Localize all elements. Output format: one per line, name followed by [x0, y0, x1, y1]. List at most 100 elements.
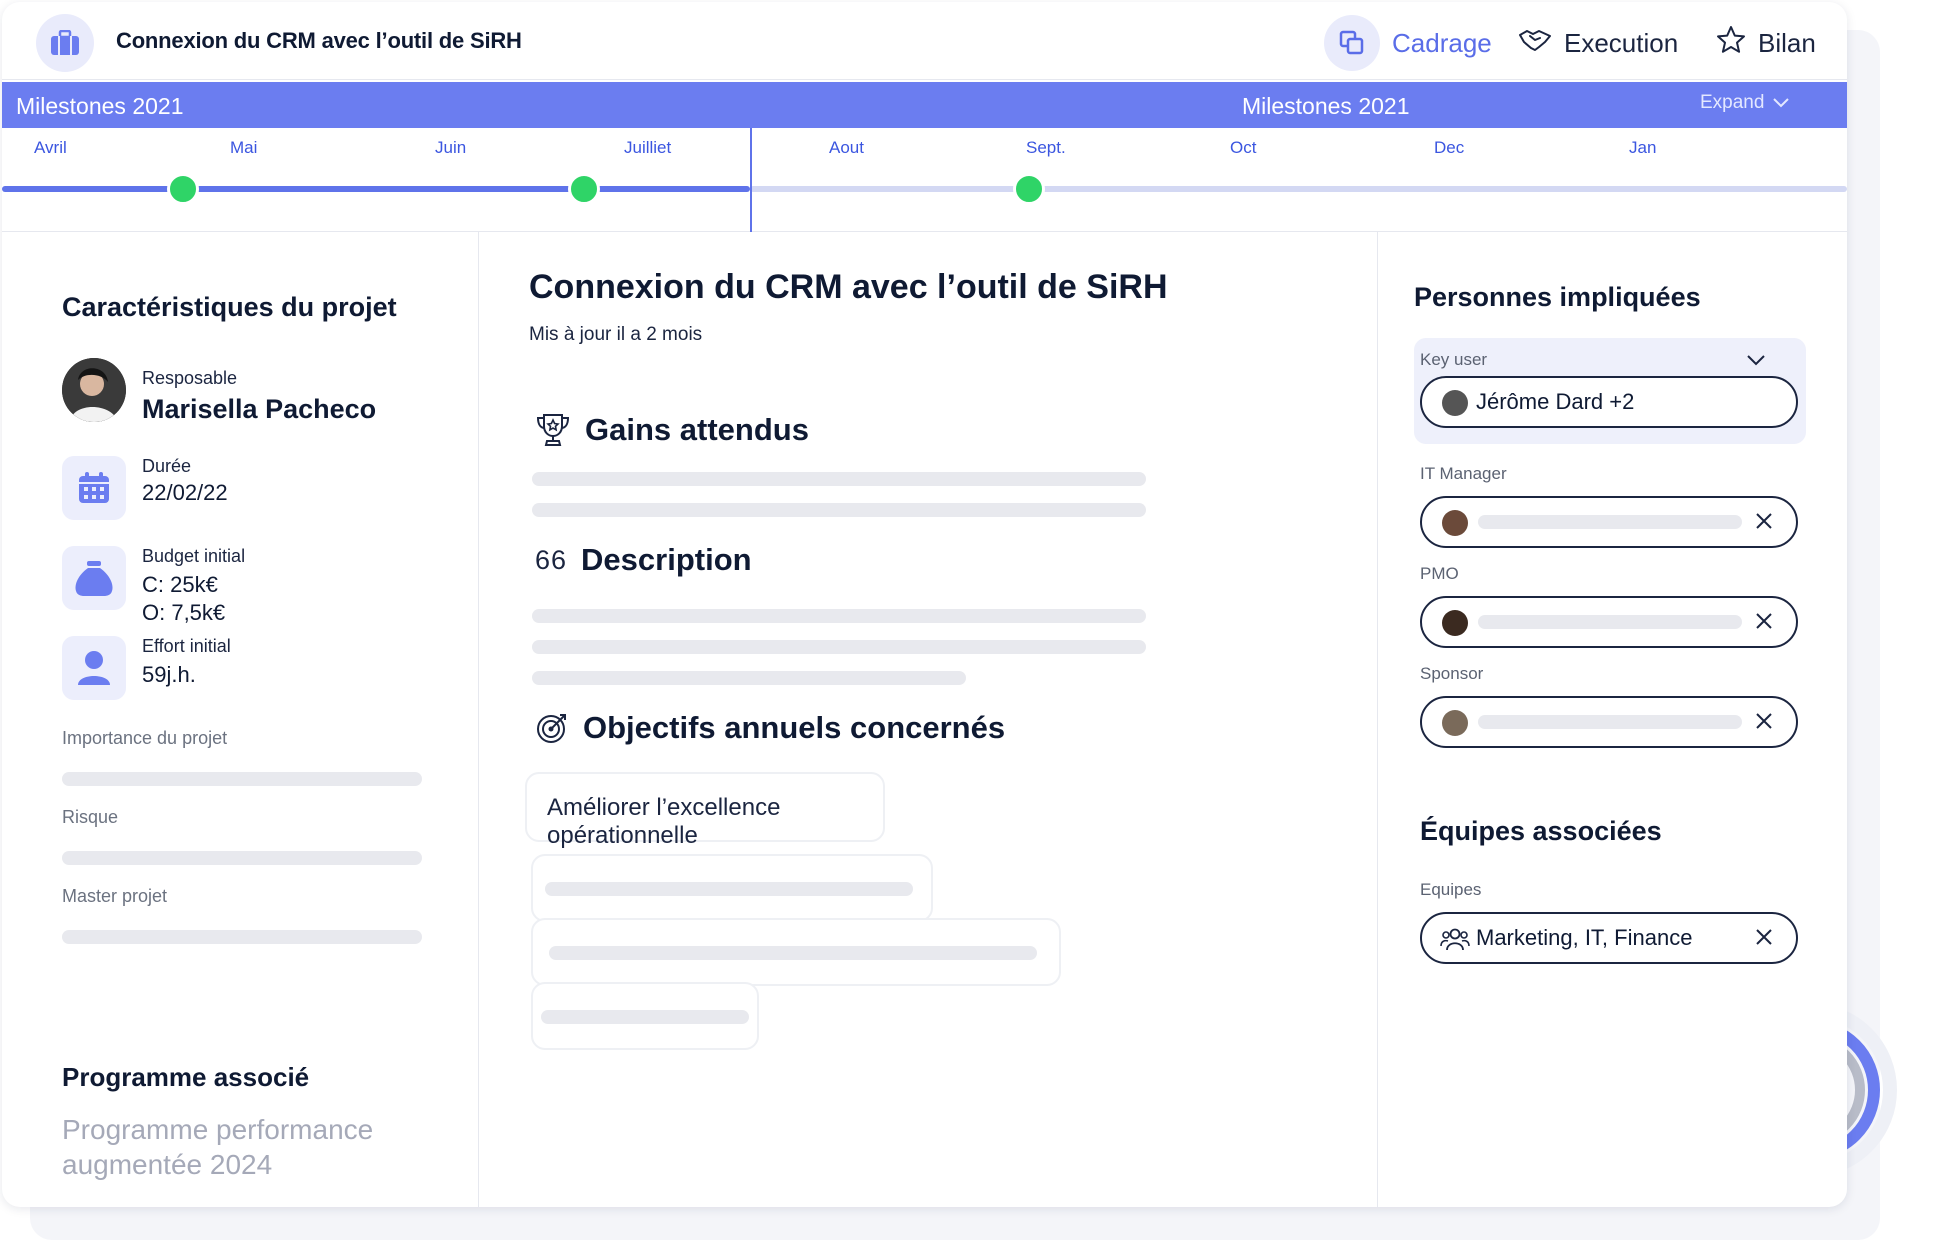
description-heading: Description [581, 542, 752, 577]
chevron-down-icon [1773, 98, 1790, 108]
month-label: Avril [34, 138, 67, 157]
month-label: Sept. [1026, 138, 1066, 157]
close-icon[interactable] [1754, 511, 1774, 531]
duree-label: Durée [142, 456, 192, 476]
people-panel: Personnes impliquées Key user Jérôme Dar… [1378, 232, 1847, 1207]
close-icon[interactable] [1754, 611, 1774, 631]
avatar [1442, 390, 1468, 416]
key-user-select[interactable]: Jérôme Dard +2 [1420, 376, 1798, 428]
header-title: Connexion du CRM avec l’outil de SiRH [116, 28, 522, 53]
gains-heading: Gains attendus [585, 412, 809, 447]
sponsor-field[interactable] [1420, 696, 1798, 748]
characteristics-heading: Caractéristiques du projet [62, 292, 397, 322]
tab-execution-label: Execution [1564, 27, 1679, 58]
quote-icon: 66 [535, 544, 568, 575]
gains-placeholder [532, 503, 1146, 517]
expand-label: Expand [1700, 92, 1765, 113]
pmo-field[interactable] [1420, 596, 1798, 648]
tab-bilan-label: Bilan [1758, 27, 1816, 58]
milestone-timeline: Avril Mai Juin Juilliet Aout Sept. Oct D… [2, 128, 1847, 232]
person-icon [62, 636, 126, 700]
chevron-down-icon[interactable] [1746, 354, 1766, 366]
programme-heading: Programme associé [62, 1062, 310, 1092]
avatar [1442, 510, 1468, 536]
description-placeholder [532, 640, 1146, 654]
project-card: Connexion du CRM avec l’outil de SiRH Ca… [2, 2, 1847, 1207]
copy-icon [1324, 15, 1380, 71]
master-placeholder [62, 930, 422, 944]
equipes-label: Equipes [1420, 880, 1482, 899]
objectif-placeholder [541, 1010, 749, 1024]
equipes-value: Marketing, IT, Finance [1476, 925, 1693, 950]
timeline-past [2, 186, 750, 192]
month-label: Juilliet [624, 138, 672, 157]
money-bag-icon [62, 546, 126, 610]
it-manager-field[interactable] [1420, 496, 1798, 548]
value-placeholder [1478, 515, 1742, 529]
updated-timestamp: Mis à jour il a 2 mois [529, 324, 703, 345]
objectif-label: Améliorer l’excellence opérationnelle [547, 794, 781, 849]
objectifs-heading: Objectifs annuels concernés [583, 710, 1006, 745]
close-icon[interactable] [1754, 711, 1774, 731]
responsable-name: Marisella Pacheco [142, 394, 377, 424]
team-icon [1440, 928, 1470, 951]
milestone-dot[interactable] [568, 173, 600, 205]
milestones-center-label: Milestones 2021 [1242, 93, 1410, 119]
objectif-placeholder [549, 946, 1037, 960]
milestones-left-label: Milestones 2021 [16, 93, 184, 119]
trophy-icon [536, 414, 570, 446]
month-label: Oct [1230, 138, 1257, 157]
handshake-icon [1518, 27, 1552, 60]
top-header: Connexion du CRM avec l’outil de SiRH Ca… [2, 2, 1847, 80]
description-placeholder [532, 671, 966, 685]
month-label: Aout [829, 138, 864, 157]
tab-execution[interactable]: Execution [1518, 14, 1678, 72]
milestone-dot[interactable] [1013, 173, 1045, 205]
importance-placeholder [62, 772, 422, 786]
effort-value: 59j.h. [142, 662, 196, 687]
milestones-bar: Milestones 2021 Milestones 2021 Expand [2, 82, 1847, 128]
tab-cadrage[interactable]: Cadrage [1324, 14, 1492, 72]
star-icon [1716, 25, 1746, 62]
expand-button[interactable]: Expand [1700, 92, 1790, 114]
objectif-chip[interactable]: Améliorer l’excellence opérationnelle [525, 772, 885, 849]
objectif-chip-placeholder[interactable] [531, 854, 933, 922]
month-label: Dec [1434, 138, 1465, 157]
avatar [62, 358, 126, 422]
project-details: Connexion du CRM avec l’outil de SiRH Mi… [479, 232, 1377, 1207]
objectif-chip-placeholder[interactable] [531, 918, 1061, 986]
master-label: Master projet [62, 886, 168, 906]
month-label: Jan [1629, 138, 1657, 157]
project-characteristics: Caractéristiques du projet Resposable Ma… [2, 232, 478, 1207]
objectif-placeholder [545, 882, 913, 896]
pmo-label: PMO [1420, 564, 1459, 583]
effort-label: Effort initial [142, 636, 231, 656]
tab-cadrage-label: Cadrage [1392, 27, 1492, 58]
close-icon[interactable] [1754, 927, 1774, 947]
screenshot-stage: Connexion du CRM avec l’outil de SiRH Ca… [0, 0, 1953, 1240]
programme-value[interactable]: Programme performance augmentée 2024 [62, 1112, 442, 1182]
month-label: Juin [435, 138, 467, 157]
tab-bilan[interactable]: Bilan [1716, 14, 1816, 72]
description-placeholder [532, 609, 1146, 623]
milestone-dot[interactable] [167, 173, 199, 205]
responsable-label: Resposable [142, 368, 238, 388]
personnes-heading: Personnes impliquées [1414, 282, 1701, 312]
equipes-field[interactable]: Marketing, IT, Finance [1420, 912, 1798, 964]
objectif-chip-placeholder[interactable] [531, 982, 759, 1050]
duree-value: 22/02/22 [142, 480, 228, 505]
month-label: Mai [230, 138, 258, 157]
value-placeholder [1478, 615, 1742, 629]
risque-placeholder [62, 851, 422, 865]
key-user-value: Jérôme Dard +2 [1476, 389, 1635, 414]
gains-section-heading: Gains attendus [535, 412, 809, 448]
description-section-heading: 66 Description [535, 542, 752, 578]
equipes-heading: Équipes associées [1420, 816, 1662, 846]
importance-label: Importance du projet [62, 728, 228, 748]
timeline-future [750, 186, 1847, 192]
gains-placeholder [532, 472, 1146, 486]
objectifs-section-heading: Objectifs annuels concernés [535, 710, 1005, 746]
budget-label: Budget initial [142, 546, 246, 566]
calendar-icon [62, 456, 126, 520]
sponsor-label: Sponsor [1420, 664, 1484, 683]
